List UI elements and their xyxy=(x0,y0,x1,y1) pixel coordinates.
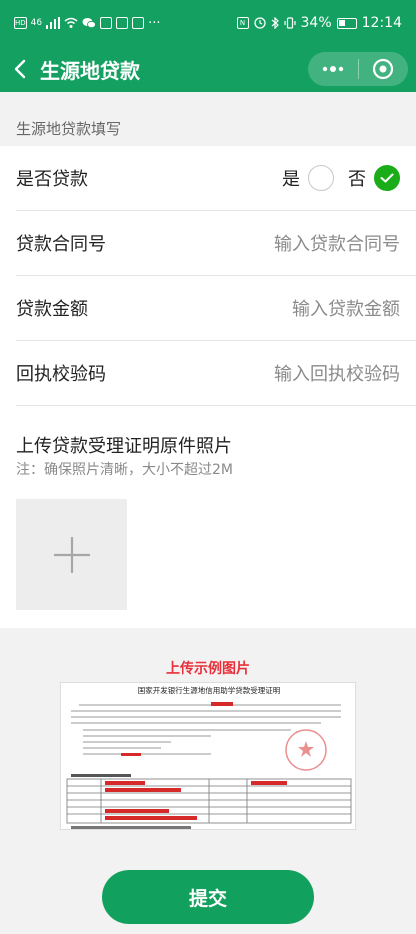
more-dots-icon xyxy=(322,66,343,72)
status-bar: HD 46 ··· N 34% 12:14 xyxy=(0,0,416,46)
radio-yes-label: 是 xyxy=(282,169,300,190)
example-label: 上传示例图片 xyxy=(166,661,250,677)
app-icon-2 xyxy=(116,17,129,29)
loan-form: 是否贷款 是 否 贷款合同号 输入贷款合同号 贷款金额 输入贷款金额 回执校验码… xyxy=(0,146,416,628)
loan-choice-row: 是否贷款 是 否 xyxy=(16,146,416,211)
alarm-icon xyxy=(253,17,266,29)
network-label: 46 xyxy=(30,18,43,28)
back-button[interactable] xyxy=(0,46,40,92)
close-circle-icon xyxy=(373,58,394,80)
hd-icon: HD xyxy=(14,17,27,29)
section-title: 生源地贷款填写 xyxy=(0,113,416,146)
mini-program-capsule xyxy=(308,52,408,86)
status-time: 12:14 xyxy=(361,15,402,31)
back-chevron-icon xyxy=(14,59,26,79)
battery-percent: 34% xyxy=(300,15,332,31)
app-icon-3 xyxy=(132,17,145,29)
example-document-drawing: 国家开发银行生源地信用助学贷款受理证明 xyxy=(66,685,352,829)
radio-yes[interactable] xyxy=(308,165,334,191)
loan-radio-group: 是 否 xyxy=(282,165,400,191)
code-input[interactable]: 输入回执校验码 xyxy=(274,360,400,386)
loan-choice-label: 是否贷款 xyxy=(16,169,88,190)
bluetooth-icon xyxy=(271,17,279,29)
signal-icon xyxy=(46,17,61,29)
checkmark-icon xyxy=(380,173,394,183)
amount-row[interactable]: 贷款金额 输入贷款金额 xyxy=(16,276,416,341)
more-button[interactable] xyxy=(308,52,358,86)
contract-label: 贷款合同号 xyxy=(16,234,106,255)
upload-photo-button[interactable] xyxy=(16,499,127,610)
status-right: N 34% 12:14 xyxy=(236,15,402,31)
plus-icon xyxy=(53,536,90,573)
app-icon-1 xyxy=(100,17,113,29)
wifi-icon xyxy=(64,17,78,28)
radio-no-label: 否 xyxy=(348,169,366,190)
more-notifications-icon: ··· xyxy=(148,15,161,31)
amount-input[interactable]: 输入贷款金额 xyxy=(292,295,400,321)
battery-icon xyxy=(336,17,357,29)
status-left-icons: HD 46 ··· xyxy=(14,16,161,31)
code-row[interactable]: 回执校验码 输入回执校验码 xyxy=(16,341,416,406)
upload-note: 注：确保照片清晰，大小不超过2M xyxy=(16,462,233,478)
nav-bar: 生源地贷款 xyxy=(0,46,416,92)
upload-title: 上传贷款受理证明原件照片 xyxy=(16,436,232,457)
example-section: 上传示例图片 国家开发银行生源地信用助学贷款受理证明 提交 xyxy=(0,628,416,934)
submit-button[interactable]: 提交 xyxy=(102,870,314,924)
close-button[interactable] xyxy=(359,52,409,86)
example-doc-title: 国家开发银行生源地信用助学贷款受理证明 xyxy=(138,685,281,695)
vibrate-icon xyxy=(283,17,296,29)
amount-label: 贷款金额 xyxy=(16,299,88,320)
example-document-image: 国家开发银行生源地信用助学贷款受理证明 xyxy=(60,682,356,830)
nfc-icon: N xyxy=(236,17,249,29)
contract-row[interactable]: 贷款合同号 输入贷款合同号 xyxy=(16,211,416,276)
radio-no[interactable] xyxy=(374,165,400,191)
code-label: 回执校验码 xyxy=(16,364,106,385)
wechat-icon xyxy=(82,18,97,29)
page-title: 生源地贷款 xyxy=(40,58,140,83)
contract-input[interactable]: 输入贷款合同号 xyxy=(274,230,400,256)
